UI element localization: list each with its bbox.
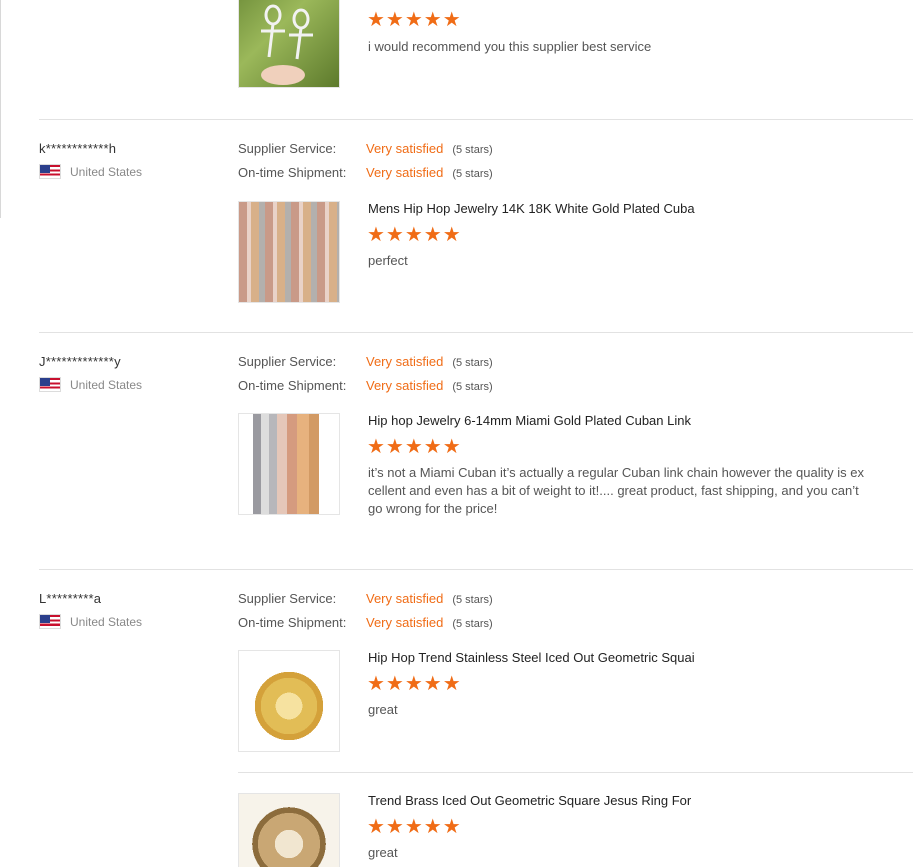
review-item: J*************y United States Supplier S… [39,353,913,568]
us-flag-icon [39,164,61,179]
star-rating: ★★★★★ [367,816,462,838]
buyer-country: United States [39,164,142,179]
product-thumbnail[interactable] [238,413,340,515]
supplier-service-row: Supplier Service: Very satisfied (5 star… [238,141,493,156]
buyer-country: United States [39,377,142,392]
product-thumbnail[interactable] [238,0,340,88]
ontime-shipment-row: On-time Shipment: Very satisfied (5 star… [238,378,493,393]
buyer-name: L*********a [39,591,102,606]
star-rating: ★★★★★ [367,436,462,458]
ontime-shipment-label: On-time Shipment: [238,165,347,180]
divider [238,772,913,773]
product-title-link[interactable]: Hip hop Jewelry 6-14mm Miami Gold Plated… [368,413,710,428]
ontime-shipment-stars: (5 stars) [452,168,493,180]
review-comment: i would recommend you this supplier best… [368,39,652,54]
divider [39,569,913,570]
review-item: k************h United States Supplier Se… [39,140,913,330]
star-rating: ★★★★★ [367,9,462,31]
review-comment: perfect [368,253,408,268]
divider [39,119,913,120]
product-thumbnail[interactable] [238,793,340,867]
supplier-service-value: Very satisfied [366,354,444,369]
ontime-shipment-row: On-time Shipment: Very satisfied (5 star… [238,615,493,630]
review-item: ★★★★★ i would recommend you this supplie… [39,0,913,120]
ontime-shipment-value: Very satisfied [366,615,444,630]
review-item: L*********a United States Supplier Servi… [39,590,913,867]
country-label: United States [70,614,143,629]
product-thumbnail[interactable] [238,201,340,303]
buyer-name: k************h [39,141,117,156]
review-comment: it’s not a Miami Cuban it’s actually a r… [368,465,864,516]
supplier-service-row: Supplier Service: Very satisfied (5 star… [238,354,493,369]
ankh-image-icon [261,4,313,85]
country-label: United States [70,377,143,392]
buyer-country: United States [39,614,142,629]
supplier-service-label: Supplier Service: [238,141,337,156]
product-thumbnail[interactable] [238,650,340,752]
review-comment: great [368,702,398,717]
ontime-shipment-stars: (5 stars) [452,618,493,630]
supplier-service-row: Supplier Service: Very satisfied (5 star… [238,591,493,606]
country-label: United States [70,164,143,179]
ontime-shipment-value: Very satisfied [366,165,444,180]
us-flag-icon [39,614,61,629]
supplier-service-value: Very satisfied [366,591,444,606]
star-rating: ★★★★★ [367,224,462,246]
star-rating: ★★★★★ [367,673,462,695]
us-flag-icon [39,377,61,392]
divider [39,332,913,333]
supplier-service-stars: (5 stars) [452,594,493,606]
ontime-shipment-label: On-time Shipment: [238,615,347,630]
left-border [0,0,1,218]
product-title-link[interactable]: Trend Brass Iced Out Geometric Square Je… [368,793,710,808]
supplier-service-label: Supplier Service: [238,591,337,606]
ontime-shipment-stars: (5 stars) [452,381,493,393]
ontime-shipment-label: On-time Shipment: [238,378,347,393]
supplier-service-stars: (5 stars) [452,357,493,369]
product-title-link[interactable]: Hip Hop Trend Stainless Steel Iced Out G… [368,650,710,665]
review-comment: great [368,845,398,860]
supplier-service-value: Very satisfied [366,141,444,156]
ontime-shipment-row: On-time Shipment: Very satisfied (5 star… [238,165,493,180]
supplier-service-label: Supplier Service: [238,354,337,369]
ontime-shipment-value: Very satisfied [366,378,444,393]
supplier-service-stars: (5 stars) [452,144,493,156]
buyer-name: J*************y [39,354,121,369]
product-title-link[interactable]: Mens Hip Hop Jewelry 14K 18K White Gold … [368,201,710,216]
